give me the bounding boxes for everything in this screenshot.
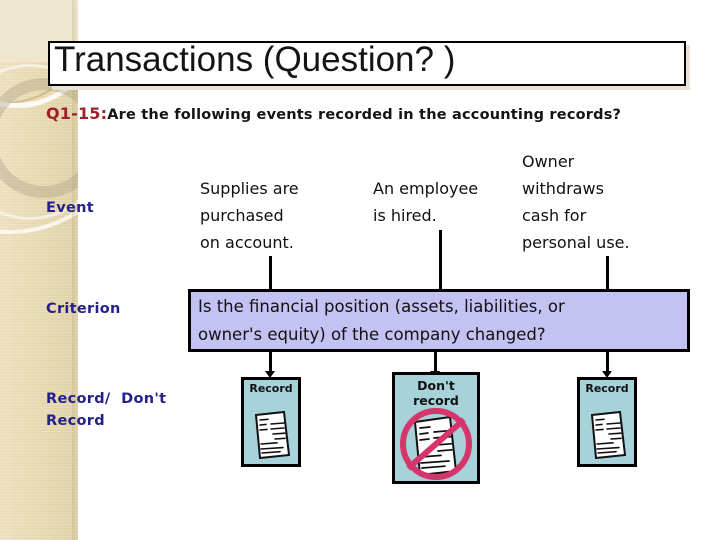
outcome-caption-3: Record xyxy=(585,382,629,395)
event-text-2: An employee is hired. xyxy=(373,179,479,225)
question-line: Q1-15:Are the following events recorded … xyxy=(46,104,696,123)
outcome-caption-2: Don't record xyxy=(413,378,459,408)
connector-line-2 xyxy=(439,230,442,289)
document-icon xyxy=(589,410,627,460)
arrow-shaft-3 xyxy=(606,352,609,372)
row-label-event: Event xyxy=(46,200,94,216)
slide-canvas: Transactions (Question? ) Q1-15:Are the … xyxy=(0,0,720,540)
arrow-shaft-2 xyxy=(434,352,437,372)
criterion-text: Is the financial position (assets, liabi… xyxy=(198,297,565,344)
connector-line-3 xyxy=(606,256,609,289)
outcome-caption-1: Record xyxy=(249,382,293,395)
page-title: Transactions (Question? ) xyxy=(54,40,456,79)
row-label-record: Record/ Don't Record xyxy=(46,391,167,429)
question-text: Are the following events recorded in the… xyxy=(107,107,622,123)
row-label-criterion: Criterion xyxy=(46,301,121,317)
connector-line-1 xyxy=(269,256,272,289)
document-icon xyxy=(253,410,291,460)
event-text-3: Owner withdraws cash for personal use. xyxy=(522,152,630,252)
question-number: Q1-15 xyxy=(46,104,101,123)
arrow-shaft-1 xyxy=(269,352,272,372)
event-text-1: Supplies are purchased on account. xyxy=(200,179,299,252)
